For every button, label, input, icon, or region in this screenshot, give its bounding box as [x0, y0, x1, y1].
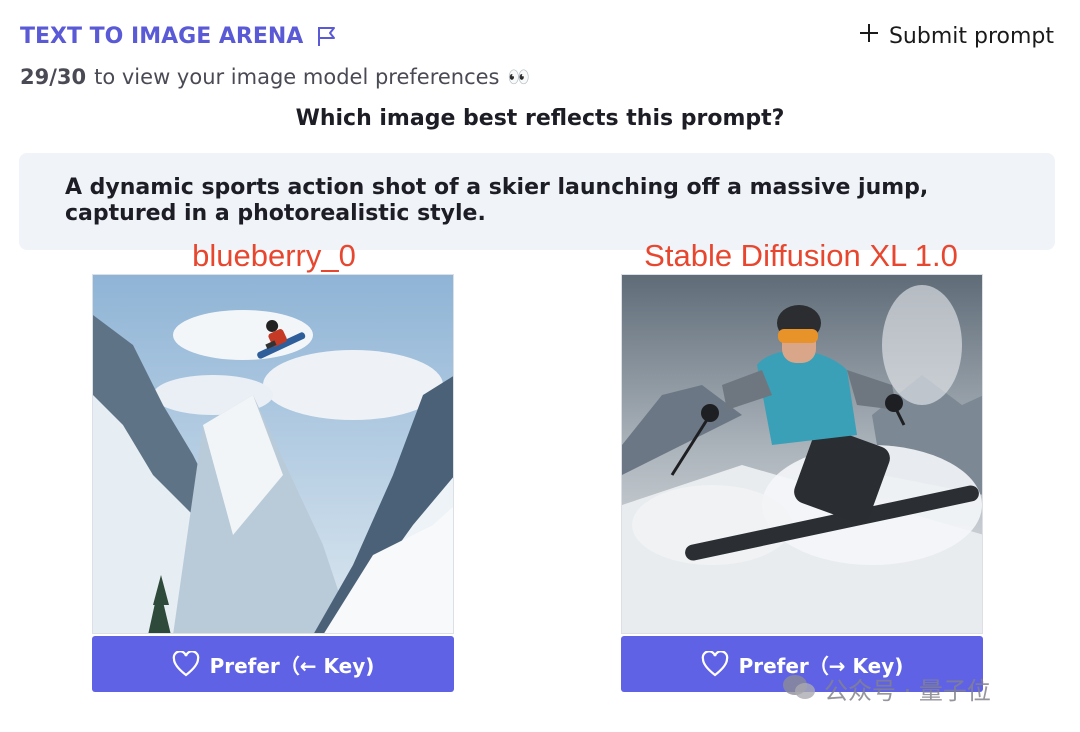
progress-text: 29/30 to view your image model preferenc… — [20, 62, 530, 92]
wechat-icon — [782, 674, 816, 702]
watermark: 公众号 · 量子位 — [782, 668, 991, 708]
model-label-right: Stable Diffusion XL 1.0 — [644, 238, 958, 273]
question-heading: Which image best reflects this prompt? — [295, 106, 785, 131]
watermark-text: 公众号 · 量子位 — [824, 676, 991, 705]
arena-header: TEXT TO IMAGE ARENA — [20, 20, 339, 52]
progress-message: to view your image model preferences — [94, 65, 500, 89]
generated-image-left[interactable] — [92, 274, 454, 634]
prompt-text: A dynamic sports action shot of a skier … — [65, 175, 929, 226]
heart-icon — [701, 651, 729, 677]
model-label-left: blueberry_0 — [192, 238, 356, 273]
heart-icon — [172, 651, 200, 677]
prefer-left-label: Prefer（← Key) — [209, 653, 375, 678]
page-title: TEXT TO IMAGE ARENA — [20, 23, 304, 49]
progress-count: 29/30 — [20, 65, 87, 89]
prefer-left-button[interactable]: Prefer（← Key) — [92, 636, 454, 692]
generated-image-right[interactable] — [621, 274, 983, 634]
prompt-box: A dynamic sports action shot of a skier … — [19, 153, 1055, 250]
submit-prompt-label: Submit prompt — [888, 23, 1054, 49]
submit-prompt-button[interactable]: Submit prompt — [859, 20, 1054, 52]
eyes-icon: 👀 — [507, 66, 530, 88]
plus-icon — [859, 23, 879, 49]
flag-icon[interactable] — [315, 24, 339, 48]
